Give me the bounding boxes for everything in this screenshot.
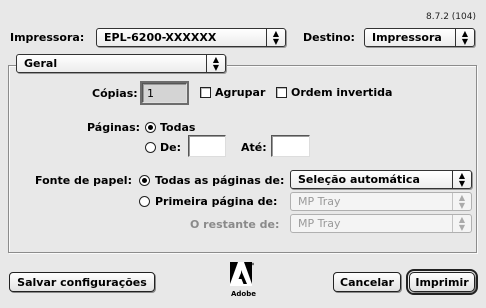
first-page-radio[interactable] xyxy=(139,196,150,207)
cancel-label: Cancelar xyxy=(340,275,394,289)
version-label: 8.7.2 (104) xyxy=(426,12,476,22)
popup-arrows-icon: ▲ ▼ xyxy=(266,29,285,46)
popup-arrows-icon: ▲ ▼ xyxy=(206,55,225,72)
save-settings-label: Salvar configurações xyxy=(17,275,147,289)
print-label: Imprimir xyxy=(415,275,469,289)
adobe-logo-text: Adobe xyxy=(231,290,256,298)
printer-popup-value: EPL-6200-XXXXXX xyxy=(104,31,217,44)
all-pages-source-popup[interactable]: Seleção automática ▲ ▼ xyxy=(290,170,472,189)
copies-field[interactable]: 1 xyxy=(140,81,189,105)
print-button[interactable]: Imprimir xyxy=(406,269,478,295)
popup-arrows-icon: ▲ ▼ xyxy=(455,29,474,46)
all-pages-radio[interactable] xyxy=(139,175,150,186)
remaining-label: O restante de: xyxy=(190,218,280,231)
cancel-button[interactable]: Cancelar xyxy=(333,272,401,292)
paper-source-label: Fonte de papel: xyxy=(35,174,132,187)
pages-to-field[interactable] xyxy=(271,135,310,157)
destination-popup-value: Impressora xyxy=(372,31,442,44)
collate-checkbox[interactable] xyxy=(200,87,211,98)
collate-label: Agrupar xyxy=(215,86,266,99)
destination-popup[interactable]: Impressora ▲ ▼ xyxy=(364,28,475,47)
all-pages-label: Todas as páginas de: xyxy=(155,174,285,187)
panel-popup-value: Geral xyxy=(24,57,58,70)
all-pages-source-value: Seleção automática xyxy=(298,173,420,186)
pages-to-label: Até: xyxy=(241,141,267,154)
pages-label: Páginas: xyxy=(87,121,141,134)
popup-arrows-icon: ▲ ▼ xyxy=(452,193,471,210)
pages-range-radio[interactable] xyxy=(145,142,156,153)
pages-all-label: Todas xyxy=(160,121,196,134)
reverse-order-checkbox[interactable] xyxy=(276,87,287,98)
destination-label: Destino: xyxy=(303,31,355,44)
copies-label: Cópias: xyxy=(92,87,138,100)
panel-popup[interactable]: Geral ▲ ▼ xyxy=(16,54,226,73)
printer-label: Impressora: xyxy=(10,31,85,44)
save-settings-button[interactable]: Salvar configurações xyxy=(9,272,155,292)
remaining-source-popup[interactable]: MP Tray ▲ ▼ xyxy=(290,214,472,233)
popup-arrows-icon: ▲ ▼ xyxy=(452,171,471,188)
first-page-source-popup[interactable]: MP Tray ▲ ▼ xyxy=(290,192,472,211)
remaining-source-value: MP Tray xyxy=(298,217,341,230)
first-page-label: Primeira página de: xyxy=(155,195,278,208)
reverse-order-label: Ordem invertida xyxy=(291,86,393,99)
printer-popup[interactable]: EPL-6200-XXXXXX ▲ ▼ xyxy=(96,28,286,47)
first-page-source-value: MP Tray xyxy=(298,195,341,208)
pages-from-field[interactable] xyxy=(188,135,226,157)
popup-arrows-icon: ▲ ▼ xyxy=(452,215,471,232)
pages-from-label: De: xyxy=(160,141,181,154)
pages-all-radio[interactable] xyxy=(145,122,156,133)
